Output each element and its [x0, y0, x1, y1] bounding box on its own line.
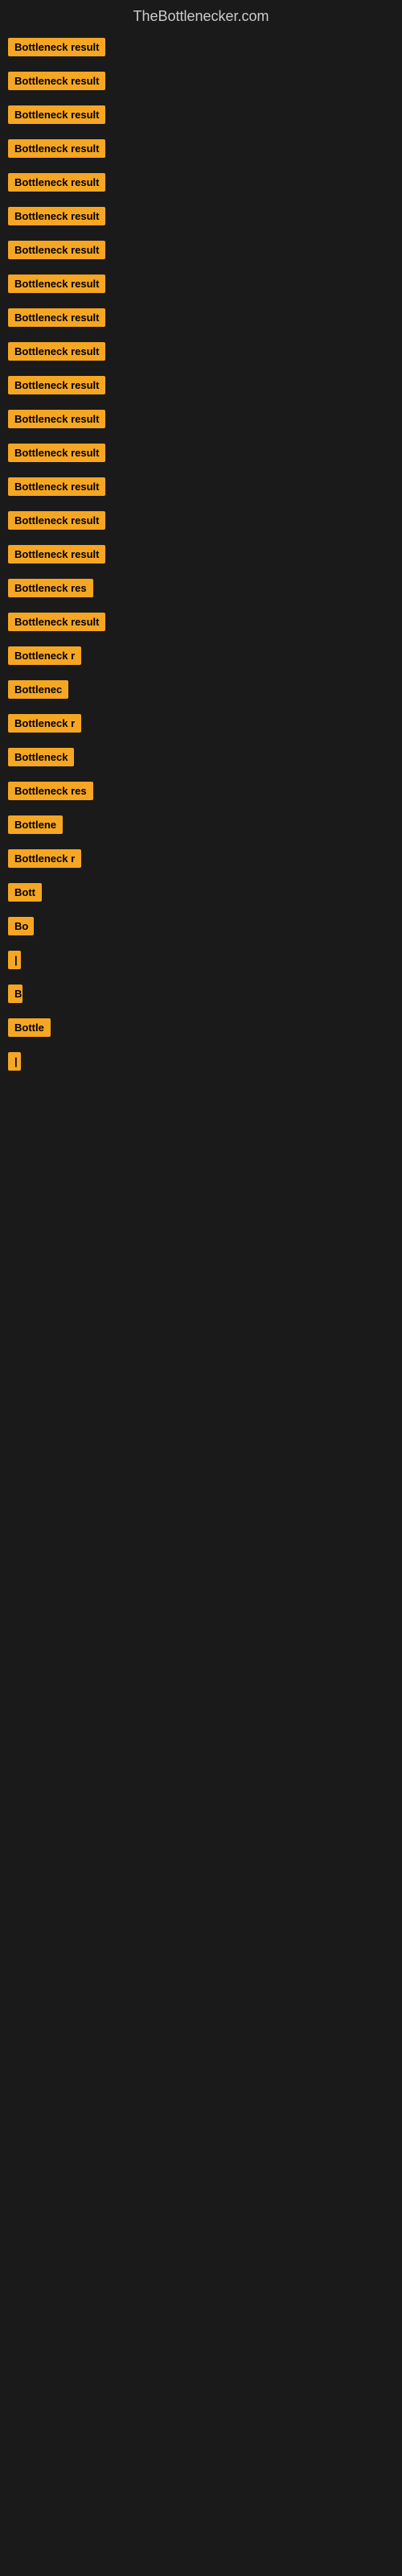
- bottleneck-result-label[interactable]: Bottleneck result: [8, 139, 105, 158]
- list-item: Bottleneck result: [3, 271, 402, 300]
- bottleneck-result-label[interactable]: Bo: [8, 917, 34, 935]
- list-item: Bottleneck res: [3, 576, 402, 605]
- page-container: TheBottlenecker.com Bottleneck resultBot…: [0, 0, 402, 1078]
- list-item: Bottleneck result: [3, 35, 402, 64]
- list-item: Bottlene: [3, 812, 402, 841]
- list-item: Bottleneck result: [3, 204, 402, 233]
- list-item: Bott: [3, 880, 402, 909]
- list-item: Bottleneck result: [3, 305, 402, 334]
- list-item: Bottle: [3, 1015, 402, 1044]
- bottleneck-result-label[interactable]: Bottleneck result: [8, 342, 105, 361]
- bottleneck-result-label[interactable]: Bottleneck result: [8, 376, 105, 394]
- list-item: Bottleneck r: [3, 846, 402, 875]
- list-item: Bottleneck: [3, 745, 402, 774]
- list-item: Bottleneck result: [3, 474, 402, 503]
- bottleneck-result-label[interactable]: Bottleneck result: [8, 410, 105, 428]
- bottleneck-result-label[interactable]: Bott: [8, 883, 42, 902]
- bottleneck-result-label[interactable]: Bottleneck r: [8, 849, 81, 868]
- list-item: Bottleneck result: [3, 237, 402, 266]
- list-item: B: [3, 981, 402, 1010]
- list-item: Bottleneck result: [3, 102, 402, 131]
- list-item: Bottleneck result: [3, 136, 402, 165]
- bottleneck-result-label[interactable]: Bottleneck result: [8, 545, 105, 564]
- bottleneck-result-label[interactable]: B: [8, 985, 23, 1003]
- list-item: Bottleneck result: [3, 440, 402, 469]
- site-title: TheBottlenecker.com: [0, 0, 402, 31]
- bottleneck-result-label[interactable]: Bottleneck result: [8, 173, 105, 192]
- list-item: Bottleneck res: [3, 778, 402, 807]
- bottleneck-result-label[interactable]: Bottlene: [8, 815, 63, 834]
- bottleneck-result-label[interactable]: Bottle: [8, 1018, 51, 1037]
- list-item: Bottleneck result: [3, 339, 402, 368]
- bottleneck-result-label[interactable]: Bottleneck result: [8, 613, 105, 631]
- bottleneck-result-label[interactable]: Bottleneck result: [8, 444, 105, 462]
- bottleneck-result-label[interactable]: |: [8, 1052, 21, 1071]
- bottleneck-result-label[interactable]: Bottleneck result: [8, 477, 105, 496]
- list-item: Bottleneck result: [3, 170, 402, 199]
- list-item: Bottleneck result: [3, 373, 402, 402]
- bottleneck-result-label[interactable]: Bottleneck result: [8, 241, 105, 259]
- bottleneck-result-label[interactable]: Bottleneck result: [8, 308, 105, 327]
- list-item: |: [3, 947, 402, 976]
- list-item: Bottleneck r: [3, 643, 402, 672]
- bottleneck-result-label[interactable]: Bottlenec: [8, 680, 68, 699]
- list-item: Bottleneck result: [3, 609, 402, 638]
- list-item: Bottlenec: [3, 677, 402, 706]
- bottleneck-result-label[interactable]: Bottleneck: [8, 748, 74, 766]
- items-container: Bottleneck result Bottleneck result Bottle…: [0, 31, 402, 1078]
- list-item: Bottleneck r: [3, 711, 402, 740]
- list-item: |: [3, 1049, 402, 1078]
- list-item: Bottleneck result: [3, 542, 402, 571]
- list-item: Bo: [3, 914, 402, 943]
- bottleneck-result-label[interactable]: Bottleneck result: [8, 207, 105, 225]
- bottleneck-result-label[interactable]: Bottleneck res: [8, 782, 93, 800]
- list-item: Bottleneck result: [3, 407, 402, 436]
- bottleneck-result-label[interactable]: Bottleneck res: [8, 579, 93, 597]
- bottleneck-result-label[interactable]: Bottleneck r: [8, 714, 81, 733]
- bottleneck-result-label[interactable]: Bottleneck r: [8, 646, 81, 665]
- bottleneck-result-label[interactable]: Bottleneck result: [8, 38, 105, 56]
- list-item: Bottleneck result: [3, 68, 402, 97]
- bottleneck-result-label[interactable]: Bottleneck result: [8, 511, 105, 530]
- bottleneck-result-label[interactable]: |: [8, 951, 21, 969]
- bottleneck-result-label[interactable]: Bottleneck result: [8, 105, 105, 124]
- bottleneck-result-label[interactable]: Bottleneck result: [8, 275, 105, 293]
- list-item: Bottleneck result: [3, 508, 402, 537]
- bottleneck-result-label[interactable]: Bottleneck result: [8, 72, 105, 90]
